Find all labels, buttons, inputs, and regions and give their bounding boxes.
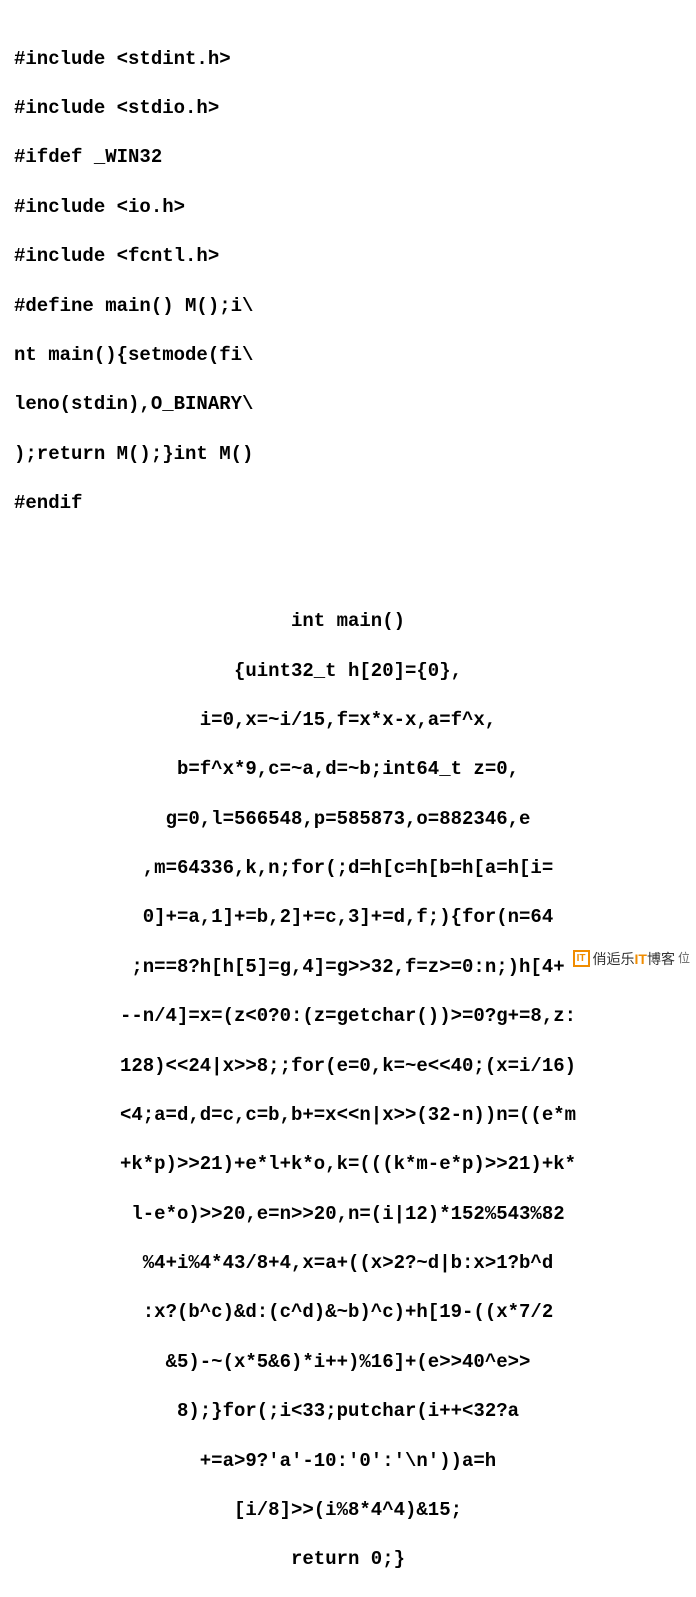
code-line: leno(stdin),O_BINARY\	[14, 392, 682, 417]
code-line: #include <fcntl.h>	[14, 244, 682, 269]
watermark-text: 俏逅乐IT博客	[593, 950, 675, 968]
code-line: #endif	[14, 491, 682, 516]
code-line: ,m=64336,k,n;for(;d=h[c=h[b=h[a=h[i=	[14, 856, 682, 881]
watermark-logo-icon: IT	[573, 950, 590, 967]
code-line: int main()	[14, 609, 682, 634]
watermark-it: IT	[635, 951, 647, 967]
code-line: i=0,x=~i/15,f=x*x-x,a=f^x,	[14, 708, 682, 733]
code-line: g=0,l=566548,p=585873,o=882346,e	[14, 807, 682, 832]
code-line: nt main(){setmode(fi\	[14, 343, 682, 368]
code-line: %4+i%4*43/8+4,x=a+((x>2?~d|b:x>1?b^d	[14, 1251, 682, 1276]
main-code-block: int main() {uint32_t h[20]={0}, i=0,x=~i…	[14, 584, 682, 1596]
watermark-main: 俏逅乐	[593, 951, 635, 967]
code-line: #include <stdint.h>	[14, 47, 682, 72]
code-line: <4;a=d,d=c,c=b,b+=x<<n|x>>(32-n))n=((e*m	[14, 1103, 682, 1128]
code-line: #define main() M();i\	[14, 294, 682, 319]
code-line: 8);}for(;i<33;putchar(i++<32?a	[14, 1399, 682, 1424]
code-line: --n/4]=x=(z<0?0:(z=getchar())>=0?g+=8,z:	[14, 1004, 682, 1029]
code-line: :x?(b^c)&d:(c^d)&~b)^c)+h[19-((x*7/2	[14, 1300, 682, 1325]
watermark: IT 俏逅乐IT博客 位	[573, 950, 690, 968]
code-line: 128)<<24|x>>8;;for(e=0,k=~e<<40;(x=i/16)	[14, 1054, 682, 1079]
code-line: &5)-~(x*5&6)*i++)%16]+(e>>40^e>>	[14, 1350, 682, 1375]
code-line: 0]+=a,1]+=b,2]+=c,3]+=d,f;){for(n=64	[14, 905, 682, 930]
code-line: );return M();}int M()	[14, 442, 682, 467]
code-line: {uint32_t h[20]={0},	[14, 659, 682, 684]
watermark-sub: 位	[678, 951, 690, 967]
code-line: [i/8]>>(i%8*4^4)&15;	[14, 1498, 682, 1523]
preprocessor-code-block: #include <stdint.h> #include <stdio.h> #…	[14, 22, 682, 540]
code-line: l-e*o)>>20,e=n>>20,n=(i|12)*152%543%82	[14, 1202, 682, 1227]
code-line: +k*p)>>21)+e*l+k*o,k=(((k*m-e*p)>>21)+k*	[14, 1152, 682, 1177]
watermark-blog: 博客	[647, 951, 675, 967]
code-line: +=a>9?'a'-10:'0':'\n'))a=h	[14, 1449, 682, 1474]
code-line: return 0;}	[14, 1547, 682, 1572]
code-line: #ifdef _WIN32	[14, 145, 682, 170]
code-line: #include <stdio.h>	[14, 96, 682, 121]
code-line: #include <io.h>	[14, 195, 682, 220]
code-line: b=f^x*9,c=~a,d=~b;int64_t z=0,	[14, 757, 682, 782]
